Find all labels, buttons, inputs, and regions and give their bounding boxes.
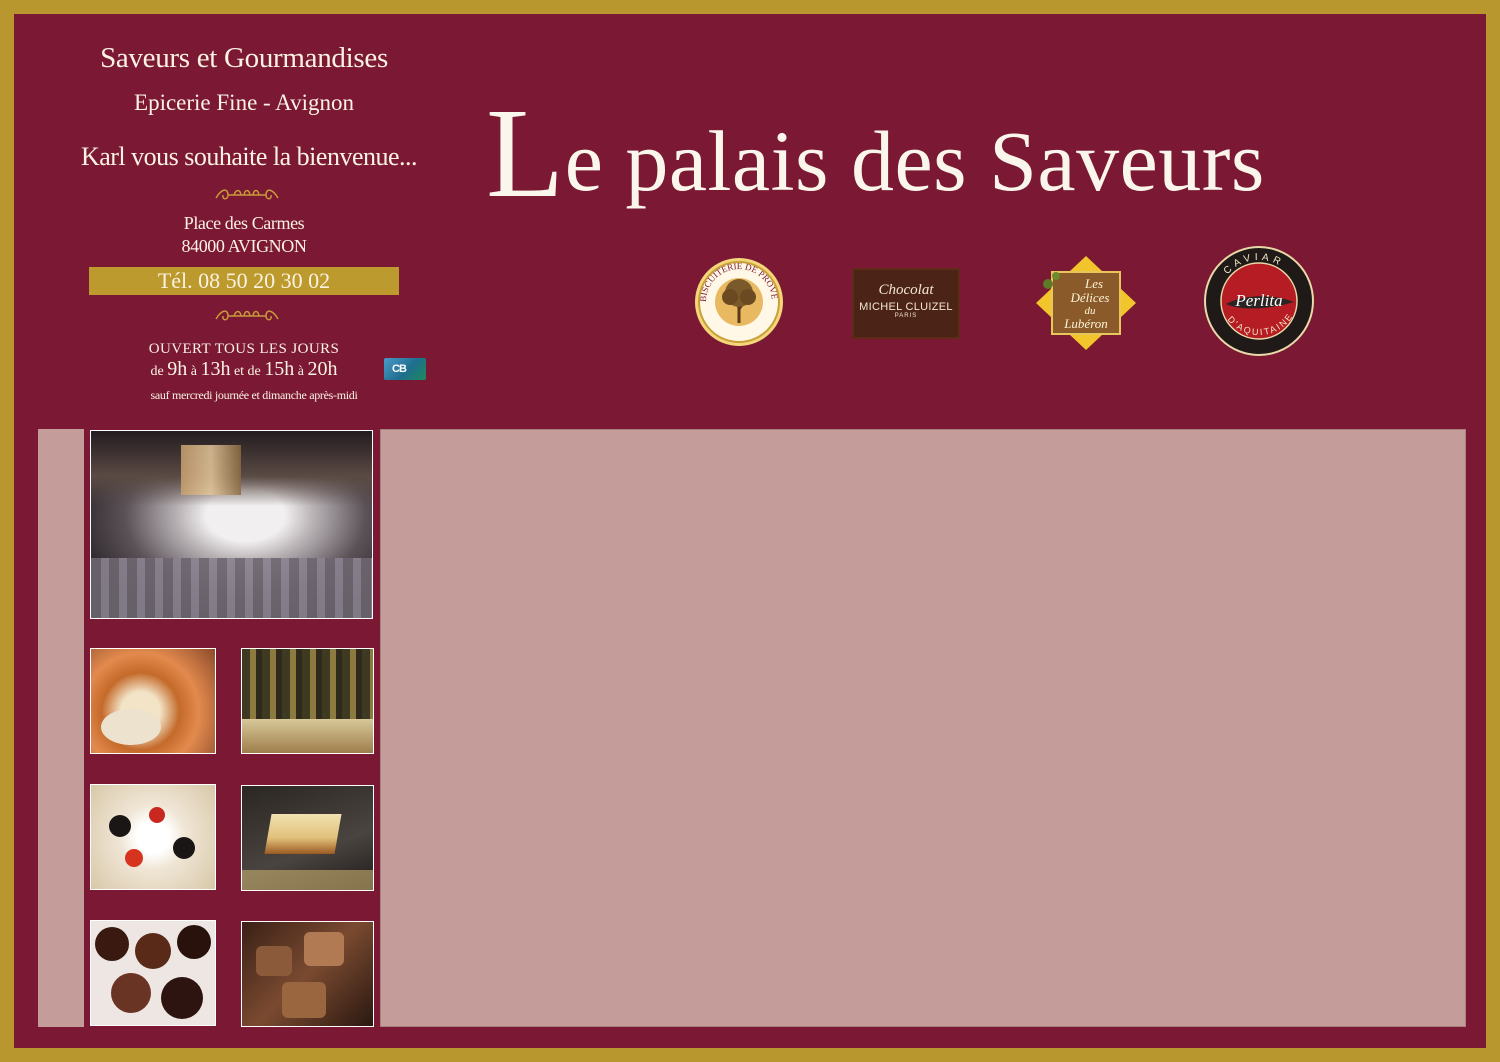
svg-text:Perlita: Perlita — [1234, 291, 1282, 310]
welcome-text: Karl vous souhaite la bienvenue... — [80, 142, 418, 171]
shelves-photo[interactable] — [241, 648, 374, 754]
cluizel-logo[interactable]: Chocolat MICHEL CLUIZEL PARIS — [852, 268, 960, 339]
ornament-icon — [215, 310, 279, 321]
address-line-1: Place des Carmes — [183, 213, 305, 233]
address: Place des Carmes 84000 AVIGNON — [74, 212, 414, 258]
opening-days: OUVERT TOUS LES JOURS — [148, 341, 340, 357]
phone-banner[interactable]: Tél. 08 50 20 30 02 — [89, 267, 399, 295]
biscuiterie-logo[interactable]: BISCUITERIE DE PROVENCE — [694, 257, 784, 347]
cb-card-icon: CB — [384, 358, 426, 380]
svg-text:Lubéron: Lubéron — [1063, 316, 1108, 331]
address-line-2: 84000 AVIGNON — [181, 236, 307, 256]
delices-luberon-logo[interactable]: Les Délices du Lubéron — [1034, 254, 1138, 352]
chocolate-truffles-photo[interactable] — [90, 920, 216, 1026]
opening-hours: de 9h à 13h et de 15h à 20h — [150, 358, 338, 380]
ornament-icon — [215, 189, 279, 200]
page-frame: Saveurs et Gourmandises Epicerie Fine - … — [14, 14, 1486, 1048]
svg-text:Les: Les — [1084, 276, 1103, 291]
site-title: Le palais des Saveurs — [486, 82, 1265, 224]
svg-text:Délices: Délices — [1070, 290, 1110, 305]
main-content-area — [380, 429, 1466, 1027]
closing-note: sauf mercredi journée et dimanche après-… — [150, 388, 358, 402]
shop-table-photo[interactable] — [90, 430, 373, 619]
chocolate-pralines-photo[interactable] — [241, 921, 374, 1027]
foie-gras-slate-photo[interactable] — [241, 785, 374, 891]
shop-name: Saveurs et Gourmandises — [100, 42, 388, 74]
left-sidebar-strip — [38, 429, 84, 1027]
shop-subtitle: Epicerie Fine - Avignon — [134, 90, 354, 115]
canapes-photo[interactable] — [90, 784, 216, 890]
caviar-perlita-logo[interactable]: CAVIAR D'AQUITAINE Perlita — [1204, 246, 1314, 356]
gourmet-platter-photo[interactable] — [90, 648, 216, 754]
